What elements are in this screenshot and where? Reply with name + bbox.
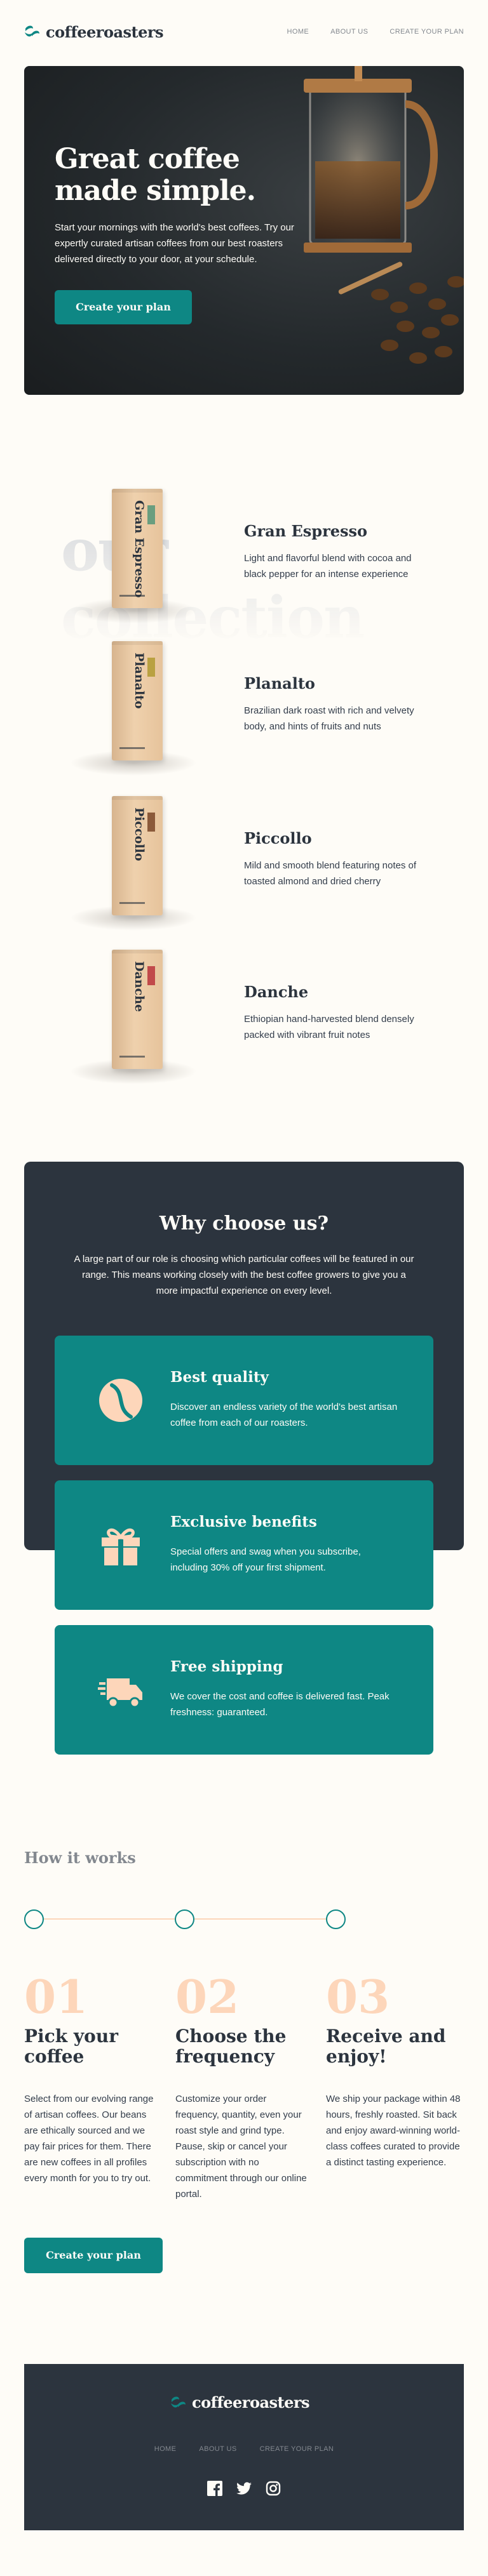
coffee-name: Gran Espresso [244, 522, 368, 540]
benefit-text: Discover an endless variety of the world… [170, 1402, 398, 1428]
site-footer: coffeeroasters HOME ABOUT US CREATE YOUR… [24, 2364, 464, 2530]
hero: Great coffee made simple. Start your mor… [24, 66, 464, 395]
benefit-text: We cover the cost and coffee is delivere… [170, 1691, 390, 1718]
benefit-card: Free shipping We cover the cost and coff… [55, 1625, 433, 1755]
nav-create-plan[interactable]: CREATE YOUR PLAN [390, 28, 464, 36]
bag-label: Danche [132, 961, 146, 1012]
step-item: 03 Receive and enjoy! We ship your packa… [326, 1974, 462, 2170]
coffee-bag-image: Danche [64, 943, 203, 1089]
coffee-card: Planalto Planalto Brazilian dark roast w… [0, 635, 488, 781]
how-create-plan-button[interactable]: Create your plan [24, 2238, 163, 2273]
bag-tab [147, 658, 155, 677]
coffee-name: Danche [244, 983, 309, 1001]
step-dot-icon [24, 1909, 44, 1929]
why-text: A large part of our role is choosing whi… [74, 1254, 414, 1296]
bag-label: Planalto [132, 653, 146, 709]
coffee-name: Planalto [244, 674, 315, 693]
benefit-title: Exclusive benefits [170, 1513, 317, 1530]
footer-nav-create-plan[interactable]: CREATE YOUR PLAN [260, 2445, 334, 2453]
bag-tab [147, 966, 155, 985]
logo-bean-icon [25, 25, 39, 37]
benefit-card: Exclusive benefits Special offers and sw… [55, 1480, 433, 1610]
step-number: 02 [175, 1970, 240, 2024]
footer-logo[interactable]: coffeeroasters [170, 2393, 310, 2412]
footer-nav-about[interactable]: ABOUT US [199, 2445, 236, 2453]
hero-text: Start your mornings with the world's bes… [55, 222, 294, 265]
coffee-name: Piccollo [244, 829, 312, 847]
hero-title: Great coffee made simple. [55, 143, 256, 207]
gift-icon [102, 1528, 140, 1565]
hero-create-plan-button[interactable]: Create your plan [55, 290, 192, 324]
coffee-card: Gran Espresso Gran Espresso Light and fl… [0, 482, 488, 628]
bag-label: Gran Espresso [132, 500, 146, 598]
logo[interactable]: coffeeroasters [24, 22, 164, 41]
footer-logo-text: coffeeroasters [192, 2393, 310, 2412]
coffee-bean-icon [99, 1379, 142, 1422]
step-number: 03 [326, 1970, 390, 2024]
facebook-icon[interactable] [207, 2481, 222, 2496]
coffee-description: Light and flavorful blend with cocoa and… [244, 553, 412, 580]
collection-section: our collection Gran Espresso Gran Espres… [0, 482, 488, 1084]
bag-label: Piccollo [132, 807, 146, 861]
coffee-card: Piccollo Piccollo Mild and smooth blend … [0, 790, 488, 936]
benefit-card: Best quality Discover an endless variety… [55, 1336, 433, 1465]
benefit-title: Free shipping [170, 1658, 283, 1675]
coffee-bag-image: Gran Espresso [64, 482, 203, 628]
step-dot-icon [175, 1909, 194, 1929]
logo-bean-icon [171, 2396, 186, 2408]
logo-text: coffeeroasters [46, 22, 164, 41]
step-text: We ship your package within 48 hours, fr… [326, 2094, 461, 2168]
bag-tab [147, 505, 155, 524]
site-header: coffeeroasters HOME ABOUT US CREATE YOUR… [0, 0, 488, 63]
footer-nav-home[interactable]: HOME [154, 2445, 177, 2453]
coffee-bag-image: Piccollo [64, 790, 203, 936]
step-item: 02 Choose the frequency Customize your o… [175, 1974, 311, 2202]
bag-tab [147, 813, 155, 832]
twitter-icon[interactable] [236, 2481, 252, 2496]
benefit-title: Best quality [170, 1369, 269, 1386]
social-links [24, 2481, 464, 2496]
how-it-works-title: How it works [24, 1849, 136, 1867]
coffee-bag-image: Planalto [64, 635, 203, 781]
nav-home[interactable]: HOME [287, 28, 309, 36]
why-title: Why choose us? [159, 1212, 329, 1235]
footer-nav: HOME ABOUT US CREATE YOUR PLAN [24, 2445, 464, 2453]
step-title: Receive and enjoy! [326, 2026, 446, 2067]
coffee-description: Mild and smooth blend featuring notes of… [244, 860, 417, 887]
step-number: 01 [24, 1970, 88, 2024]
step-dot-icon [326, 1909, 346, 1929]
nav-about[interactable]: ABOUT US [330, 28, 368, 36]
instagram-icon[interactable] [266, 2481, 281, 2496]
coffee-card: Danche Danche Ethiopian hand-harvested b… [0, 943, 488, 1089]
benefit-text: Special offers and swag when you subscri… [170, 1546, 361, 1573]
step-title: Pick your coffee [24, 2026, 118, 2067]
main-nav: HOME ABOUT US CREATE YOUR PLAN [287, 28, 464, 36]
step-text: Select from our evolving range of artisa… [24, 2094, 154, 2184]
coffee-description: Brazilian dark roast with rich and velve… [244, 705, 414, 732]
coffee-description: Ethiopian hand-harvested blend densely p… [244, 1014, 414, 1040]
step-title: Choose the frequency [175, 2026, 287, 2067]
hero-content: Great coffee made simple. Start your mor… [55, 143, 322, 324]
step-text: Customize your order frequency, quantity… [175, 2094, 307, 2200]
step-item: 01 Pick your coffee Select from our evol… [24, 1974, 160, 2186]
truck-icon [98, 1678, 142, 1708]
